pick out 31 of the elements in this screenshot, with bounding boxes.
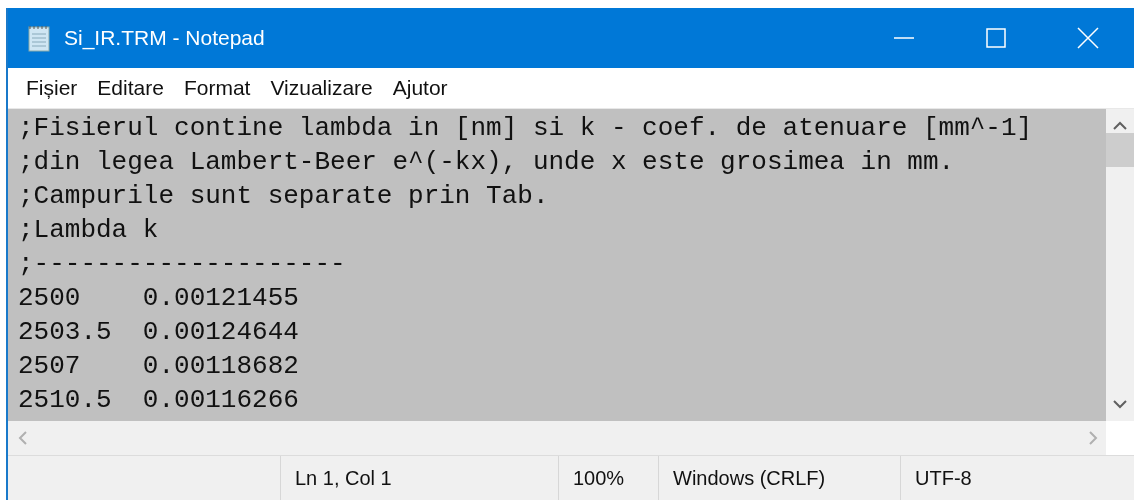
status-text: Ln 1, Col 1 bbox=[280, 456, 558, 500]
text-editor[interactable] bbox=[8, 109, 1106, 421]
menu-item[interactable]: Format bbox=[173, 76, 261, 100]
horizontal-scrollbar[interactable] bbox=[8, 421, 1106, 455]
scroll-thumb[interactable] bbox=[1106, 133, 1134, 167]
menu-item[interactable]: Ajutor bbox=[382, 76, 458, 100]
scroll-left-icon[interactable] bbox=[18, 431, 28, 445]
text-line: 2500 0.00121455 bbox=[18, 282, 300, 315]
scroll-right-icon[interactable] bbox=[1088, 431, 1098, 445]
maximize-icon bbox=[986, 28, 1006, 48]
text-line: 2507 0.00118682 bbox=[18, 350, 300, 383]
text-line: ;Lambda k bbox=[18, 214, 160, 247]
status-text: 100% bbox=[558, 456, 658, 500]
menu-item[interactable]: Fișier bbox=[16, 76, 88, 100]
status-text: Windows (CRLF) bbox=[658, 456, 900, 500]
vertical-scrollbar[interactable] bbox=[1106, 109, 1134, 421]
status-text: UTF-8 bbox=[900, 456, 1130, 500]
menu-item[interactable]: Editare bbox=[87, 76, 174, 100]
close-icon bbox=[1077, 27, 1099, 49]
window-title: Si_IR.TRM - Notepad bbox=[64, 26, 266, 50]
text-line: ;-------------------- bbox=[18, 248, 347, 281]
notepad-icon bbox=[26, 24, 52, 52]
text-line: ;Campurile sunt separate prin Tab. bbox=[18, 180, 550, 213]
text-line: ;Fisierul contine lambda in [nm] si k - coef. de atenuare [mm^-1] bbox=[18, 112, 1034, 145]
text-line: 2510.5 0.00116266 bbox=[18, 384, 300, 417]
menu-item[interactable]: Vizualizare bbox=[260, 76, 383, 100]
minimize-icon bbox=[894, 37, 914, 39]
scroll-up-icon[interactable] bbox=[1113, 121, 1127, 131]
text-line: 2503.5 0.00124644 bbox=[18, 316, 300, 349]
text-line: ;din legea Lambert-Beer e^(-kx), unde x este grosimea in mm. bbox=[18, 146, 956, 179]
scroll-down-icon[interactable] bbox=[1113, 399, 1127, 409]
